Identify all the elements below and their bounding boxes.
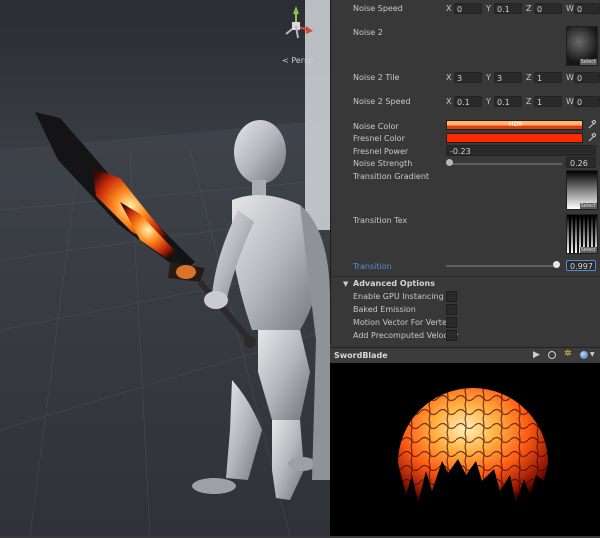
noise2-speed-w[interactable]: 0 (574, 96, 600, 107)
gpu-instancing-label: Enable GPU Instancing (353, 292, 444, 301)
noise2-row: Noise 2 (330, 27, 600, 41)
hdr-badge: HDR (509, 121, 523, 128)
sphere-icon[interactable] (580, 351, 588, 359)
projection-label[interactable]: < Persp (282, 56, 313, 65)
noise-strength-row: Noise Strength (330, 158, 600, 172)
divider (330, 276, 600, 277)
noise2-speed-x[interactable]: 0.1 (454, 96, 482, 107)
foldout-arrow-icon[interactable]: ▼ (343, 280, 348, 288)
noise2-tile-x[interactable]: 3 (454, 72, 482, 83)
advanced-options-title: Advanced Options (353, 279, 435, 288)
gpu-instancing-checkbox[interactable] (446, 291, 457, 302)
chevron-down-icon[interactable]: ▼ (590, 351, 595, 358)
noise2-tile-w[interactable]: 0 (574, 72, 600, 83)
transition-gradient-texture-slot[interactable]: Select (566, 170, 598, 210)
noise-color-swatch[interactable]: HDR (446, 120, 583, 130)
preview-sphere (398, 388, 548, 503)
noise-speed-label: Noise Speed (353, 4, 403, 13)
noise-strength-label: Noise Strength (353, 159, 413, 168)
circle-icon[interactable] (548, 351, 556, 359)
advanced-options-foldout[interactable]: ▼ Advanced Options (330, 278, 600, 292)
precomputed-velocity-label: Add Precomputed Velocity (353, 331, 459, 340)
noise2-speed-z[interactable]: 1 (534, 96, 562, 107)
preview-title: SwordBlade (334, 351, 388, 360)
transition-gradient-select-button[interactable]: Select (579, 203, 597, 209)
play-icon[interactable]: ▶ (533, 350, 540, 360)
noise-strength-slider-knob[interactable] (446, 159, 453, 166)
fresnel-power-label: Fresnel Power (353, 147, 409, 156)
fresnel-color-label: Fresnel Color (353, 134, 405, 143)
noise-speed-y[interactable]: 0.1 (494, 3, 522, 14)
motion-vector-row: Motion Vector For Vertex A (330, 317, 600, 331)
transition-slider-track[interactable] (446, 265, 556, 267)
material-preview[interactable] (330, 363, 600, 536)
baked-emission-checkbox[interactable] (446, 304, 457, 315)
transition-tex-label: Transition Tex (353, 216, 408, 225)
eyedropper-icon[interactable] (588, 120, 596, 129)
noise2-tile-y[interactable]: 3 (494, 72, 522, 83)
transition-slider-knob[interactable] (552, 261, 560, 268)
transition-tex-row: Transition Tex (330, 215, 600, 229)
light-icon[interactable]: ✲ (564, 349, 572, 359)
scene-illustration (0, 0, 330, 536)
noise-strength-slider-track[interactable] (449, 163, 562, 165)
noise2-select-button[interactable]: Select (579, 59, 597, 65)
precomputed-velocity-checkbox[interactable] (446, 330, 457, 341)
motion-vector-checkbox[interactable] (446, 317, 457, 328)
noise2-tile-label: Noise 2 Tile (353, 73, 400, 82)
motion-vector-label: Motion Vector For Vertex A (353, 318, 446, 327)
preview-header: SwordBlade ▶ ✲ ▼ (330, 347, 600, 364)
fresnel-power-field[interactable]: -0.23 (446, 145, 596, 156)
noise-strength-field[interactable]: 0.26 (566, 157, 596, 168)
noise-speed-w[interactable]: 0 (574, 3, 600, 14)
precomputed-velocity-row: Add Precomputed Velocity (330, 330, 600, 344)
transition-tex-texture-slot[interactable]: Select (566, 214, 598, 254)
transition-tex-select-button[interactable]: Select (579, 247, 597, 253)
noise2-texture-slot[interactable]: Select (566, 26, 598, 66)
baked-emission-label: Baked Emission (353, 305, 416, 314)
noise-speed-x[interactable]: 0 (454, 3, 482, 14)
fresnel-color-swatch[interactable] (446, 133, 583, 143)
transition-field[interactable]: 0.997 (566, 260, 596, 271)
scene-view[interactable]: < Persp (0, 0, 330, 536)
noise-color-label: Noise Color (353, 122, 399, 131)
eyedropper-icon[interactable] (588, 133, 596, 142)
noise2-label: Noise 2 (353, 28, 383, 37)
noise-speed-z[interactable]: 0 (534, 3, 562, 14)
noise2-speed-label: Noise 2 Speed (353, 97, 411, 106)
baked-emission-row: Baked Emission (330, 304, 600, 318)
transition-gradient-row: Transition Gradient (330, 171, 600, 185)
transition-gradient-label: Transition Gradient (353, 172, 430, 181)
gpu-instancing-row: Enable GPU Instancing (330, 291, 600, 305)
noise2-tile-z[interactable]: 1 (534, 72, 562, 83)
transition-label: Transition (353, 262, 392, 271)
noise2-speed-y[interactable]: 0.1 (494, 96, 522, 107)
